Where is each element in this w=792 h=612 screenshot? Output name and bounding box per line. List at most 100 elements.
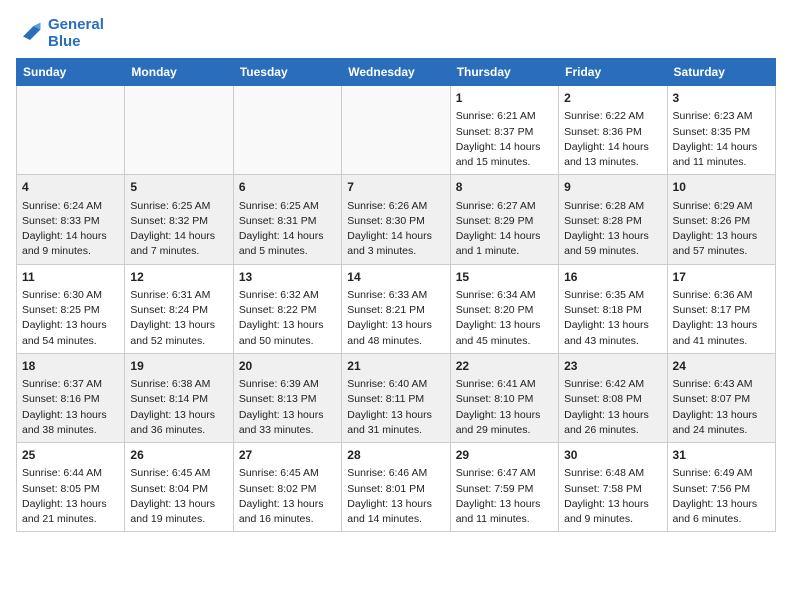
day-info-line: Sunset: 8:33 PM [22,214,119,229]
day-info-line: Daylight: 14 hours [22,229,119,244]
day-number: 16 [564,269,661,286]
calendar-cell: 9Sunrise: 6:28 AMSunset: 8:28 PMDaylight… [559,175,667,264]
day-info-line: Daylight: 13 hours [673,318,770,333]
day-number: 8 [456,179,553,196]
day-info-line: and 29 minutes. [456,423,553,438]
day-info-line: Sunrise: 6:33 AM [347,288,444,303]
day-info-line: Sunset: 7:58 PM [564,482,661,497]
day-info-line: and 59 minutes. [564,244,661,259]
day-info-line: Sunrise: 6:21 AM [456,109,553,124]
calendar-week-row: 1Sunrise: 6:21 AMSunset: 8:37 PMDaylight… [17,86,776,175]
day-info-line: Sunset: 8:21 PM [347,303,444,318]
day-info-line: and 1 minute. [456,244,553,259]
weekday-header: Tuesday [233,59,341,86]
day-info-line: Sunrise: 6:49 AM [673,466,770,481]
calendar-cell: 17Sunrise: 6:36 AMSunset: 8:17 PMDayligh… [667,264,775,353]
day-info-line: Sunset: 8:01 PM [347,482,444,497]
day-info-line: Sunset: 8:22 PM [239,303,336,318]
calendar-cell: 7Sunrise: 6:26 AMSunset: 8:30 PMDaylight… [342,175,450,264]
day-info-line: Daylight: 13 hours [130,497,227,512]
calendar-cell: 21Sunrise: 6:40 AMSunset: 8:11 PMDayligh… [342,353,450,442]
day-number: 7 [347,179,444,196]
day-info-line: Daylight: 13 hours [130,318,227,333]
day-info-line: Sunrise: 6:42 AM [564,377,661,392]
day-info-line: Daylight: 13 hours [673,408,770,423]
day-info-line: and 52 minutes. [130,334,227,349]
day-info-line: Sunrise: 6:35 AM [564,288,661,303]
day-info-line: Sunset: 8:32 PM [130,214,227,229]
weekday-header: Saturday [667,59,775,86]
day-info-line: Sunset: 7:59 PM [456,482,553,497]
day-number: 11 [22,269,119,286]
day-number: 25 [22,447,119,464]
day-info-line: Daylight: 13 hours [130,408,227,423]
calendar-cell: 30Sunrise: 6:48 AMSunset: 7:58 PMDayligh… [559,443,667,532]
day-info-line: Sunset: 8:10 PM [456,392,553,407]
calendar-week-row: 18Sunrise: 6:37 AMSunset: 8:16 PMDayligh… [17,353,776,442]
day-info-line: and 7 minutes. [130,244,227,259]
calendar-cell: 12Sunrise: 6:31 AMSunset: 8:24 PMDayligh… [125,264,233,353]
day-info-line: Sunset: 8:14 PM [130,392,227,407]
day-number: 13 [239,269,336,286]
day-info-line: Sunset: 8:29 PM [456,214,553,229]
calendar-cell: 23Sunrise: 6:42 AMSunset: 8:08 PMDayligh… [559,353,667,442]
calendar-cell [233,86,341,175]
day-info-line: and 9 minutes. [22,244,119,259]
day-info-line: Sunset: 8:26 PM [673,214,770,229]
day-number: 1 [456,90,553,107]
day-number: 14 [347,269,444,286]
day-info-line: Daylight: 13 hours [456,318,553,333]
day-number: 5 [130,179,227,196]
day-info-line: Daylight: 13 hours [673,229,770,244]
day-info-line: Sunset: 8:13 PM [239,392,336,407]
calendar-cell: 13Sunrise: 6:32 AMSunset: 8:22 PMDayligh… [233,264,341,353]
calendar-cell: 14Sunrise: 6:33 AMSunset: 8:21 PMDayligh… [342,264,450,353]
day-info-line: Daylight: 13 hours [564,497,661,512]
calendar-header-row: SundayMondayTuesdayWednesdayThursdayFrid… [17,59,776,86]
day-info-line: and 48 minutes. [347,334,444,349]
page-header: General Blue [16,16,776,50]
day-info-line: Daylight: 13 hours [564,318,661,333]
day-info-line: Sunset: 8:02 PM [239,482,336,497]
weekday-header: Friday [559,59,667,86]
calendar-cell: 2Sunrise: 6:22 AMSunset: 8:36 PMDaylight… [559,86,667,175]
day-info-line: Daylight: 14 hours [564,140,661,155]
day-info-line: and 54 minutes. [22,334,119,349]
day-number: 6 [239,179,336,196]
calendar-cell [342,86,450,175]
calendar-week-row: 11Sunrise: 6:30 AMSunset: 8:25 PMDayligh… [17,264,776,353]
day-number: 12 [130,269,227,286]
day-info-line: and 43 minutes. [564,334,661,349]
day-info-line: Sunrise: 6:34 AM [456,288,553,303]
day-info-line: Sunrise: 6:46 AM [347,466,444,481]
calendar-cell: 15Sunrise: 6:34 AMSunset: 8:20 PMDayligh… [450,264,558,353]
calendar-cell: 1Sunrise: 6:21 AMSunset: 8:37 PMDaylight… [450,86,558,175]
day-info-line: Daylight: 14 hours [673,140,770,155]
calendar-cell: 31Sunrise: 6:49 AMSunset: 7:56 PMDayligh… [667,443,775,532]
day-info-line: Sunset: 8:04 PM [130,482,227,497]
weekday-header: Sunday [17,59,125,86]
day-number: 22 [456,358,553,375]
day-info-line: Daylight: 14 hours [347,229,444,244]
day-number: 23 [564,358,661,375]
day-info-line: Daylight: 13 hours [456,497,553,512]
day-info-line: Sunset: 8:31 PM [239,214,336,229]
day-info-line: Daylight: 13 hours [347,497,444,512]
day-number: 10 [673,179,770,196]
day-info-line: and 15 minutes. [456,155,553,170]
day-info-line: Sunset: 8:30 PM [347,214,444,229]
day-info-line: and 36 minutes. [130,423,227,438]
day-info-line: and 19 minutes. [130,512,227,527]
day-info-line: Sunrise: 6:25 AM [130,199,227,214]
day-info-line: Sunrise: 6:28 AM [564,199,661,214]
day-info-line: Sunrise: 6:22 AM [564,109,661,124]
day-info-line: Daylight: 13 hours [564,229,661,244]
day-info-line: Daylight: 14 hours [130,229,227,244]
day-info-line: Sunrise: 6:36 AM [673,288,770,303]
day-info-line: Sunrise: 6:24 AM [22,199,119,214]
day-info-line: and 6 minutes. [673,512,770,527]
day-info-line: Daylight: 13 hours [22,318,119,333]
day-info-line: Sunset: 8:24 PM [130,303,227,318]
day-info-line: and 9 minutes. [564,512,661,527]
day-info-line: Sunset: 8:25 PM [22,303,119,318]
